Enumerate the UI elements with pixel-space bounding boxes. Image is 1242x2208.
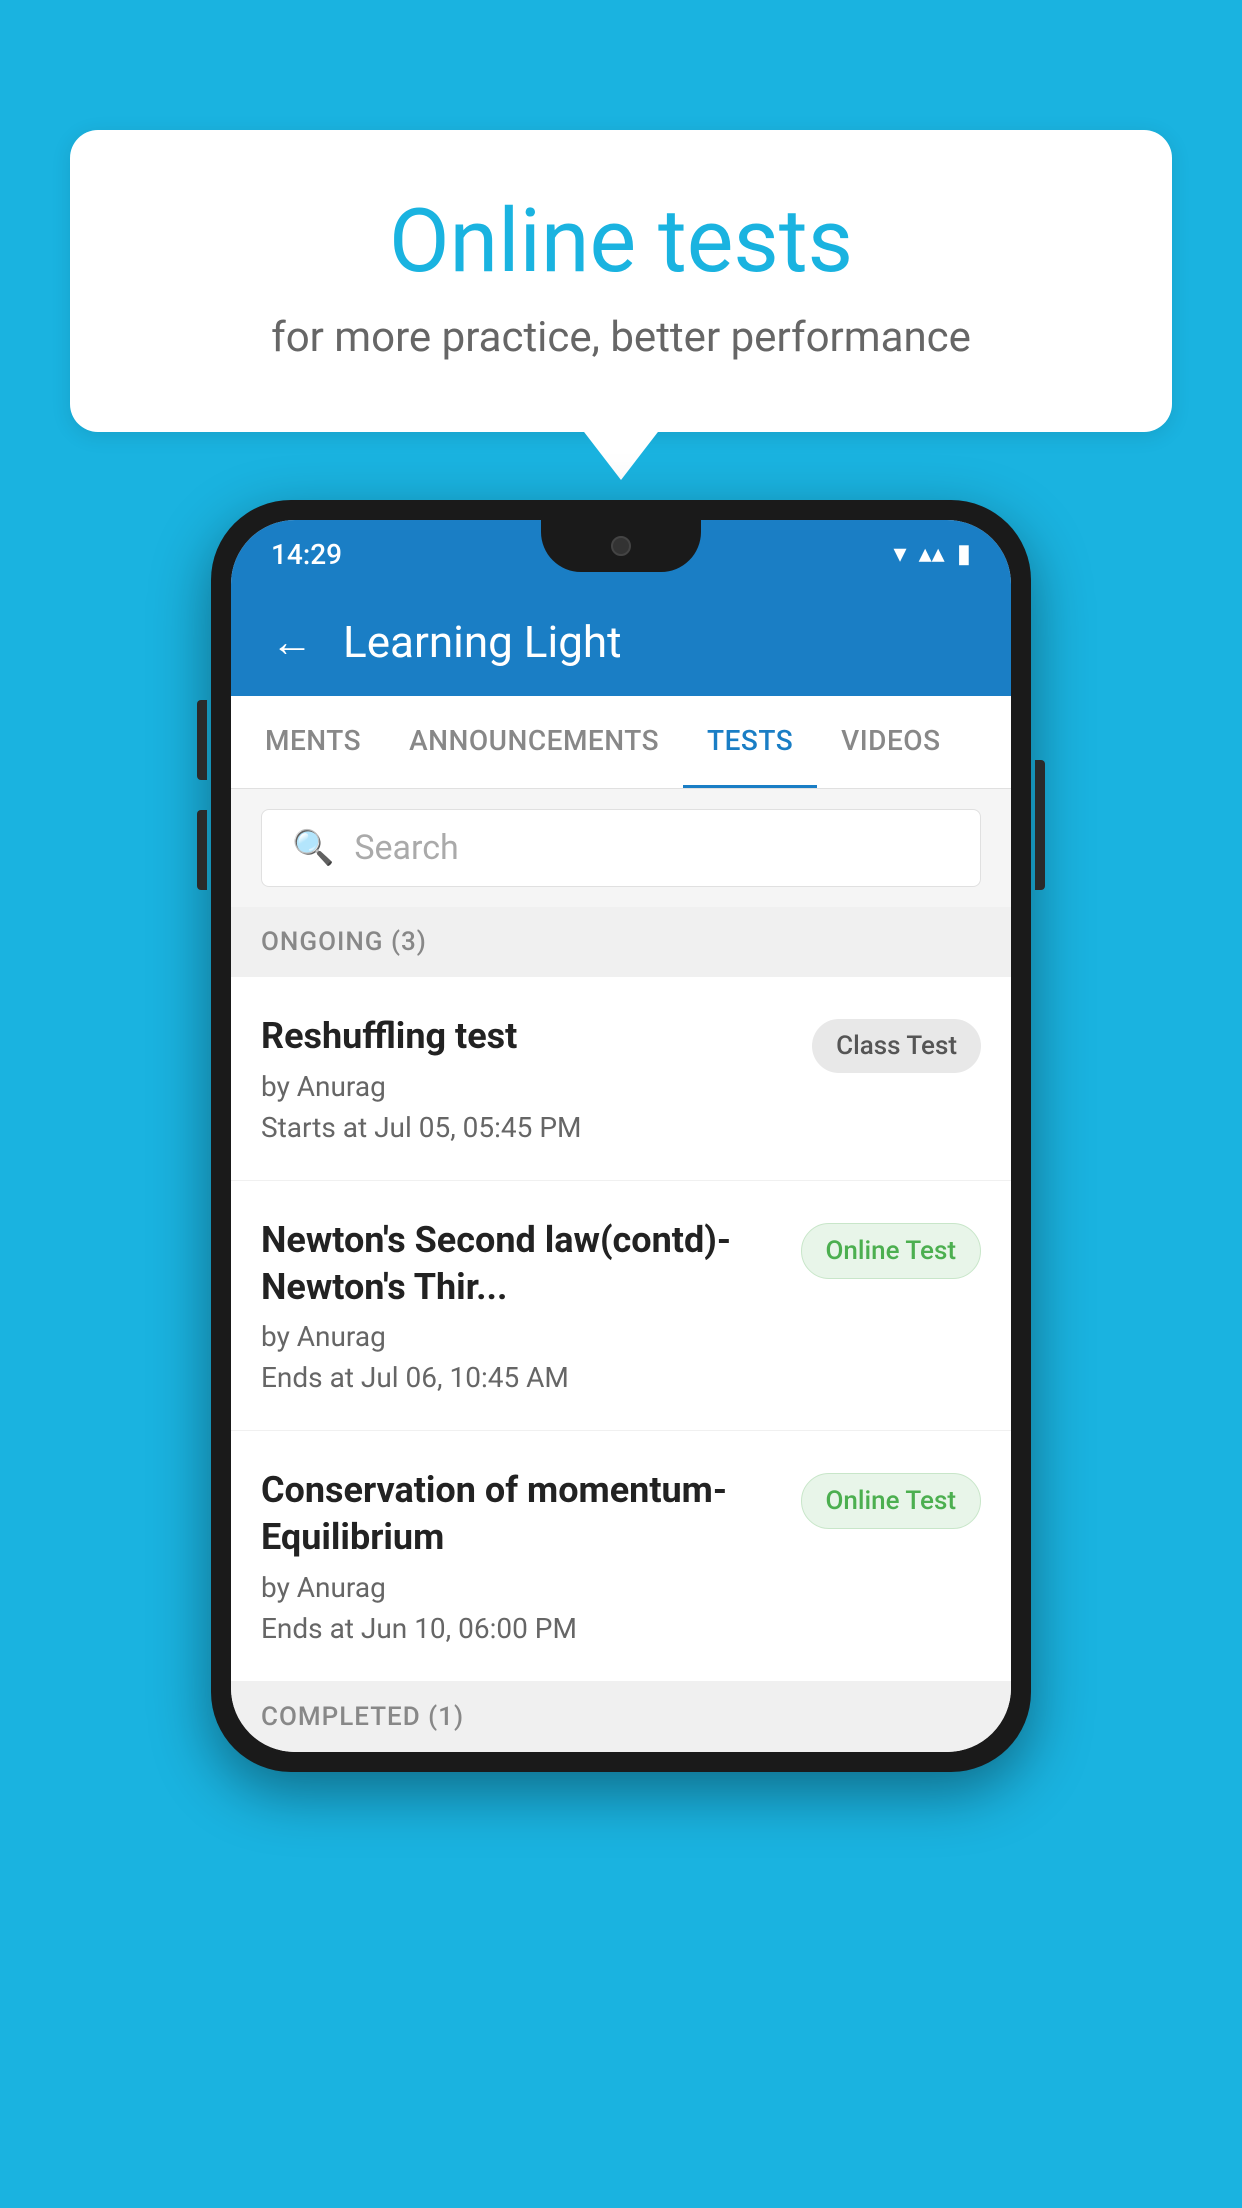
- volume-up-button[interactable]: [197, 700, 207, 780]
- phone-frame: 14:29 ▾ ▴▴ ▮ ← Learning Light MENTS: [211, 500, 1031, 1772]
- ongoing-section-header: ONGOING (3): [231, 907, 1011, 977]
- volume-down-button[interactable]: [197, 810, 207, 890]
- test-list: Reshuffling test by Anurag Starts at Jul…: [231, 977, 1011, 1682]
- tab-ments[interactable]: MENTS: [241, 696, 385, 788]
- search-icon: 🔍: [292, 828, 334, 868]
- test-item[interactable]: Conservation of momentum-Equilibrium by …: [231, 1431, 1011, 1682]
- test-badge-online: Online Test: [801, 1223, 982, 1279]
- test-name: Conservation of momentum-Equilibrium: [261, 1467, 781, 1561]
- search-container: 🔍 Search: [231, 789, 1011, 907]
- back-button[interactable]: ←: [271, 618, 313, 667]
- test-name: Reshuffling test: [261, 1013, 792, 1060]
- test-date: Starts at Jul 05, 05:45 PM: [261, 1111, 792, 1144]
- tab-announcements[interactable]: ANNOUNCEMENTS: [385, 696, 683, 788]
- tab-videos[interactable]: VIDEOS: [817, 696, 964, 788]
- status-bar: 14:29 ▾ ▴▴ ▮: [231, 520, 1011, 588]
- speech-bubble-title: Online tests: [150, 190, 1092, 293]
- test-info: Reshuffling test by Anurag Starts at Jul…: [261, 1013, 812, 1144]
- power-button[interactable]: [1035, 760, 1045, 890]
- test-badge-online: Online Test: [801, 1473, 982, 1529]
- tabs-bar: MENTS ANNOUNCEMENTS TESTS VIDEOS: [231, 696, 1011, 789]
- completed-section-header: COMPLETED (1): [231, 1682, 1011, 1752]
- test-item[interactable]: Reshuffling test by Anurag Starts at Jul…: [231, 977, 1011, 1181]
- test-item[interactable]: Newton's Second law(contd)-Newton's Thir…: [231, 1181, 1011, 1432]
- speech-bubble: Online tests for more practice, better p…: [70, 130, 1172, 432]
- tab-tests[interactable]: TESTS: [683, 696, 817, 788]
- app-title: Learning Light: [343, 616, 622, 668]
- test-name: Newton's Second law(contd)-Newton's Thir…: [261, 1217, 781, 1311]
- test-info: Newton's Second law(contd)-Newton's Thir…: [261, 1217, 801, 1395]
- speech-bubble-container: Online tests for more practice, better p…: [70, 130, 1172, 432]
- app-header: ← Learning Light: [231, 588, 1011, 696]
- test-by: by Anurag: [261, 1070, 792, 1103]
- phone-screen: 14:29 ▾ ▴▴ ▮ ← Learning Light MENTS: [231, 520, 1011, 1752]
- status-time: 14:29: [271, 538, 342, 571]
- search-bar[interactable]: 🔍 Search: [261, 809, 981, 887]
- notch: [541, 520, 701, 572]
- search-input[interactable]: Search: [354, 828, 458, 868]
- speech-bubble-subtitle: for more practice, better performance: [150, 313, 1092, 362]
- test-by: by Anurag: [261, 1571, 781, 1604]
- wifi-icon: ▾: [894, 539, 907, 569]
- phone-container: 14:29 ▾ ▴▴ ▮ ← Learning Light MENTS: [211, 500, 1031, 1772]
- camera-icon: [611, 536, 631, 556]
- test-date: Ends at Jul 06, 10:45 AM: [261, 1361, 781, 1394]
- test-badge-class: Class Test: [812, 1019, 981, 1073]
- battery-icon: ▮: [957, 539, 971, 569]
- status-icons: ▾ ▴▴ ▮: [894, 539, 971, 569]
- test-info: Conservation of momentum-Equilibrium by …: [261, 1467, 801, 1645]
- test-date: Ends at Jun 10, 06:00 PM: [261, 1612, 781, 1645]
- signal-icon: ▴▴: [919, 539, 945, 569]
- test-by: by Anurag: [261, 1320, 781, 1353]
